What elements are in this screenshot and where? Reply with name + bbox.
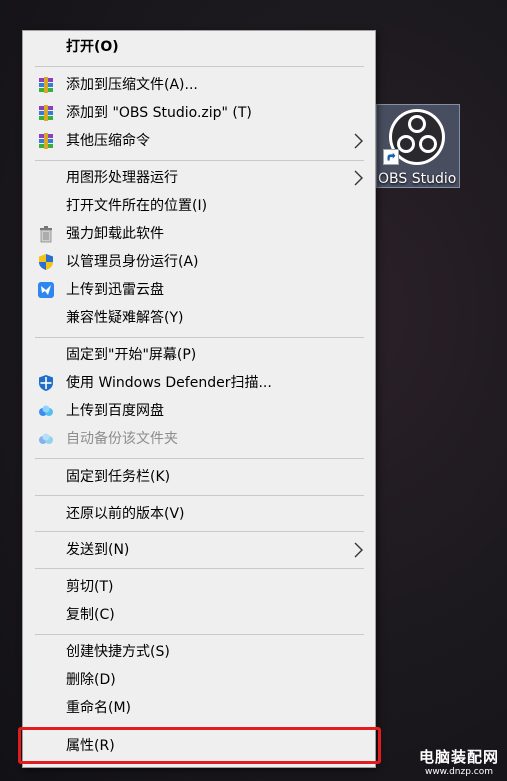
menu-separator [35,495,364,496]
menu-item-pin-to-taskbar[interactable]: 固定到任务栏(K) [25,464,373,490]
menu-item-label: 添加到 "OBS Studio.zip" (T) [66,105,252,121]
watermark-url: www.dnzp.com [424,767,494,777]
menu-item-delete[interactable]: 删除(D) [25,667,373,693]
menu-item-auto-backup-folder[interactable]: 自动备份该文件夹 [25,426,373,452]
menu-item-compatibility-troubleshoot[interactable]: 兼容性疑难解答(Y) [25,305,373,331]
menu-item-rename[interactable]: 重命名(M) [25,695,373,721]
menu-item-pin-to-start[interactable]: 固定到"开始"屏幕(P) [25,342,373,368]
uac-shield-icon [39,254,53,270]
chevron-right-icon [354,170,363,186]
menu-item-label: 还原以前的版本(V) [66,506,185,522]
menu-item-open-file-location[interactable]: 打开文件所在的位置(I) [25,193,373,219]
baidu-netdisk-icon [39,405,53,416]
menu-item-label: 发送到(N) [66,542,130,558]
menu-item-label: 删除(D) [66,672,116,688]
menu-item-force-uninstall[interactable]: 强力卸载此软件 [25,221,373,247]
menu-item-label: 兼容性疑难解答(Y) [66,310,184,326]
shortcut-arrow-icon [383,149,399,165]
menu-item-label: 上传到百度网盘 [66,403,164,419]
menu-separator [35,568,364,569]
menu-item-label: 强力卸载此软件 [66,226,164,242]
menu-item-label: 打开(O) [66,39,119,55]
menu-item-other-compress[interactable]: 其他压缩命令 [25,128,373,154]
menu-item-label: 用图形处理器运行 [66,170,178,186]
menu-item-label: 使用 Windows Defender扫描... [66,375,272,391]
watermark-title: 电脑装配网 [418,748,499,766]
menu-item-restore-previous-versions[interactable]: 还原以前的版本(V) [25,501,373,527]
windows-defender-shield-icon [39,375,53,391]
winrar-archive-icon [39,133,53,149]
menu-item-label: 固定到"开始"屏幕(P) [66,347,197,363]
menu-item-label: 上传到迅雷云盘 [66,282,164,298]
watermark: 电脑装配网 www.dnzp.com [419,746,499,777]
menu-item-label: 添加到压缩文件(A)... [66,77,198,93]
winrar-archive-icon [39,105,53,121]
menu-separator [35,160,364,161]
winrar-archive-icon [39,77,53,93]
menu-item-label: 固定到任务栏(K) [66,469,171,485]
menu-item-label: 重命名(M) [66,700,132,716]
menu-item-defender-scan[interactable]: 使用 Windows Defender扫描... [25,370,373,396]
menu-separator [35,634,364,635]
menu-item-add-to-archive[interactable]: 添加到压缩文件(A)... [25,72,373,98]
xunlei-cloud-icon [38,282,54,298]
baidu-netdisk-icon [39,433,53,444]
menu-item-add-to-zip[interactable]: 添加到 "OBS Studio.zip" (T) [25,100,373,126]
menu-item-label: 打开文件所在的位置(I) [66,198,208,214]
menu-item-run-with-gpu[interactable]: 用图形处理器运行 [25,165,373,191]
menu-separator [35,531,364,532]
menu-separator [35,458,364,459]
menu-item-run-as-admin[interactable]: 以管理员身份运行(A) [25,249,373,275]
menu-item-open[interactable]: 打开(O) [25,34,373,60]
menu-item-cut[interactable]: 剪切(T) [25,574,373,600]
menu-separator [35,66,364,67]
menu-item-upload-baidu[interactable]: 上传到百度网盘 [25,398,373,424]
obs-studio-desktop-icon[interactable]: OBS Studio [376,104,460,188]
menu-item-label: 剪切(T) [66,579,114,595]
menu-item-create-shortcut[interactable]: 创建快捷方式(S) [25,639,373,665]
menu-item-label: 自动备份该文件夹 [66,431,178,447]
context-menu: 打开(O) 添加到压缩文件(A)... 添加到 "OBS Studio.zip"… [22,30,376,768]
menu-item-label: 以管理员身份运行(A) [66,254,199,270]
trash-bin-icon [40,226,52,243]
menu-item-label: 其他压缩命令 [66,133,150,149]
desktop-icon-label: OBS Studio [378,171,457,187]
menu-item-upload-xunlei[interactable]: 上传到迅雷云盘 [25,277,373,303]
menu-item-label: 创建快捷方式(S) [66,644,170,660]
menu-item-label: 复制(C) [66,607,115,623]
menu-separator [35,337,364,338]
menu-item-send-to[interactable]: 发送到(N) [25,537,373,563]
menu-item-copy[interactable]: 复制(C) [25,602,373,628]
properties-highlight-annotation [18,727,381,764]
chevron-right-icon [354,542,363,558]
chevron-right-icon [354,133,363,149]
